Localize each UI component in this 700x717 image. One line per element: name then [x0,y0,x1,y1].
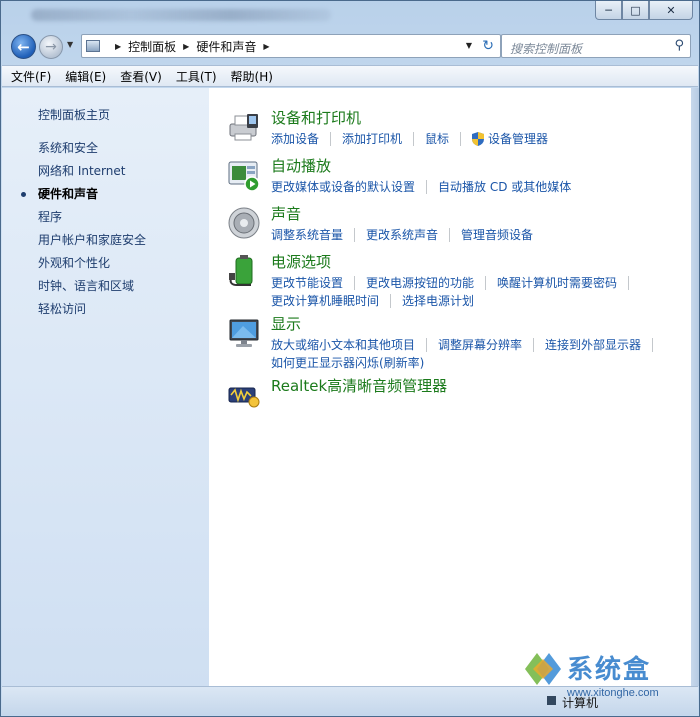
watermark: 系统盒 www.xitonghe.com [521,639,696,714]
window-right-border [691,88,699,686]
link-external-display[interactable]: 连接到外部显示器 [545,338,654,352]
link-change-power-saving[interactable]: 更改节能设置 [271,276,356,290]
chevron-down-icon: ▼ [67,40,74,49]
content-area: 控制面板主页 系统和安全 网络和 Internet 硬件和声音 程序 用户帐户和… [2,88,691,686]
watermark-url: www.xitonghe.com [567,687,659,699]
sidebar-item-ease-of-access[interactable]: 轻松访问 [2,298,209,321]
caption-buttons: ─ □ ✕ [595,1,693,20]
link-power-button-function[interactable]: 更改电源按钮的功能 [366,276,487,290]
address-bar[interactable]: ▶ 控制面板 ▶ 硬件和声音 ▶ ▼ ↻ [81,34,501,58]
speaker-icon[interactable] [227,206,261,240]
sidebar-item-user-accounts[interactable]: 用户帐户和家庭安全 [2,229,209,252]
category-title[interactable]: 显示 [271,314,691,334]
link-wake-password[interactable]: 唤醒计算机时需要密码 [497,276,630,290]
category-links: 放大或缩小文本和其他项目 调整屏幕分辨率 连接到外部显示器 如何更正显示器闪烁(… [271,334,691,370]
navigation-row: ← → ▼ ▶ 控制面板 ▶ 硬件和声音 ▶ ▼ ↻ 搜索控制面板 ⚲ [9,32,691,60]
category-display: 显示 放大或缩小文本和其他项目 调整屏幕分辨率 连接到外部显示器 如何更正显示器… [209,314,691,370]
category-links: 更改节能设置 更改电源按钮的功能 唤醒计算机时需要密码 更改计算机睡眠时间 选择… [271,272,691,308]
category-devices-printers: 设备和打印机 添加设备 添加打印机 鼠标 设备管理器 [209,108,691,150]
sidebar-item-home[interactable]: 控制面板主页 [2,104,209,127]
close-button[interactable]: ✕ [649,1,693,20]
chevron-right-icon[interactable]: ▶ [263,42,269,51]
realtek-audio-icon[interactable] [227,378,261,412]
link-text-size[interactable]: 放大或缩小文本和其他项目 [271,338,428,352]
sidebar: 控制面板主页 系统和安全 网络和 Internet 硬件和声音 程序 用户帐户和… [2,88,209,686]
link-choose-power-plan[interactable]: 选择电源计划 [402,294,485,308]
category-realtek: Realtek高清晰音频管理器 [209,376,691,418]
menu-tools[interactable]: 工具(T) [176,68,217,85]
blurred-title [31,9,331,21]
link-change-media-defaults[interactable]: 更改媒体或设备的默认设置 [271,180,428,194]
control-panel-icon [86,40,100,52]
link-autoplay-cd[interactable]: 自动播放 CD 或其他媒体 [438,180,582,194]
arrow-left-icon: ← [17,37,30,56]
menu-file[interactable]: 文件(F) [11,68,51,85]
category-title[interactable]: 电源选项 [271,252,691,272]
menu-edit[interactable]: 编辑(E) [65,68,106,85]
minimize-icon: ─ [605,3,612,17]
link-refresh-rate[interactable]: 如何更正显示器闪烁(刷新率) [271,356,435,370]
link-change-system-sounds[interactable]: 更改系统声音 [366,228,451,242]
menu-view[interactable]: 查看(V) [120,68,162,85]
sidebar-item-clock-language[interactable]: 时钟、语言和区域 [2,275,209,298]
link-device-manager[interactable]: 设备管理器 [472,132,559,146]
refresh-icon[interactable]: ↻ [482,38,494,54]
search-icon[interactable]: ⚲ [674,38,684,53]
sidebar-item-network[interactable]: 网络和 Internet [2,160,209,183]
link-add-device[interactable]: 添加设备 [271,132,332,146]
category-autoplay: 自动播放 更改媒体或设备的默认设置 自动播放 CD 或其他媒体 [209,156,691,198]
control-panel-window: ─ □ ✕ ← → ▼ ▶ 控制面板 ▶ 硬件和声音 ▶ ▼ ↻ 搜索控制面板 … [0,0,700,717]
breadcrumb-control-panel[interactable]: 控制面板 [128,38,176,55]
link-adjust-volume[interactable]: 调整系统音量 [271,228,356,242]
category-power-options: 电源选项 更改节能设置 更改电源按钮的功能 唤醒计算机时需要密码 更改计算机睡眠… [209,252,691,308]
category-title[interactable]: 声音 [271,204,691,224]
watermark-logo-icon [525,653,561,685]
battery-icon[interactable] [227,254,261,288]
watermark-text: 系统盒 [567,655,652,685]
menu-help[interactable]: 帮助(H) [231,68,273,85]
category-sound: 声音 调整系统音量 更改系统声音 管理音频设备 [209,204,691,246]
recent-pages-dropdown[interactable]: ▼ [67,40,73,49]
category-title[interactable]: Realtek高清晰音频管理器 [271,376,691,396]
close-icon: ✕ [666,3,676,17]
link-screen-resolution[interactable]: 调整屏幕分辨率 [438,338,535,352]
category-links: 更改媒体或设备的默认设置 自动播放 CD 或其他媒体 [271,176,691,194]
arrow-right-icon: → [45,39,57,55]
search-input[interactable]: 搜索控制面板 ⚲ [501,34,691,58]
category-title[interactable]: 自动播放 [271,156,691,176]
address-dropdown[interactable]: ▼ [466,41,472,50]
forward-button[interactable]: → [39,35,63,59]
autoplay-icon[interactable] [227,158,261,192]
breadcrumb-hardware-sound[interactable]: 硬件和声音 [196,38,256,55]
sidebar-item-appearance[interactable]: 外观和个性化 [2,252,209,275]
sidebar-item-hardware-sound[interactable]: 硬件和声音 [2,183,209,206]
link-sleep-time[interactable]: 更改计算机睡眠时间 [271,294,392,308]
link-mouse[interactable]: 鼠标 [425,132,462,146]
link-add-printer[interactable]: 添加打印机 [342,132,415,146]
maximize-button[interactable]: □ [622,1,649,20]
chevron-right-icon[interactable]: ▶ [183,42,189,51]
link-device-manager-label: 设备管理器 [488,132,549,146]
uac-shield-icon [472,132,485,146]
search-placeholder: 搜索控制面板 [510,42,583,56]
printer-icon[interactable] [227,110,261,144]
menu-bar: 文件(F) 编辑(E) 查看(V) 工具(T) 帮助(H) [2,65,698,87]
monitor-icon[interactable] [227,316,261,350]
back-button[interactable]: ← [11,34,36,59]
main-panel: 设备和打印机 添加设备 添加打印机 鼠标 设备管理器 自动播放 更改媒体或设备的… [209,88,691,686]
sidebar-item-programs[interactable]: 程序 [2,206,209,229]
category-title[interactable]: 设备和打印机 [271,108,691,128]
category-links: 调整系统音量 更改系统声音 管理音频设备 [271,224,691,242]
category-links: 添加设备 添加打印机 鼠标 设备管理器 [271,128,691,146]
title-bar[interactable]: ─ □ ✕ [1,1,699,29]
sidebar-item-system-security[interactable]: 系统和安全 [2,137,209,160]
minimize-button[interactable]: ─ [595,1,622,20]
link-manage-audio-devices[interactable]: 管理音频设备 [461,228,544,242]
maximize-icon: □ [630,3,641,17]
chevron-right-icon[interactable]: ▶ [115,42,121,51]
